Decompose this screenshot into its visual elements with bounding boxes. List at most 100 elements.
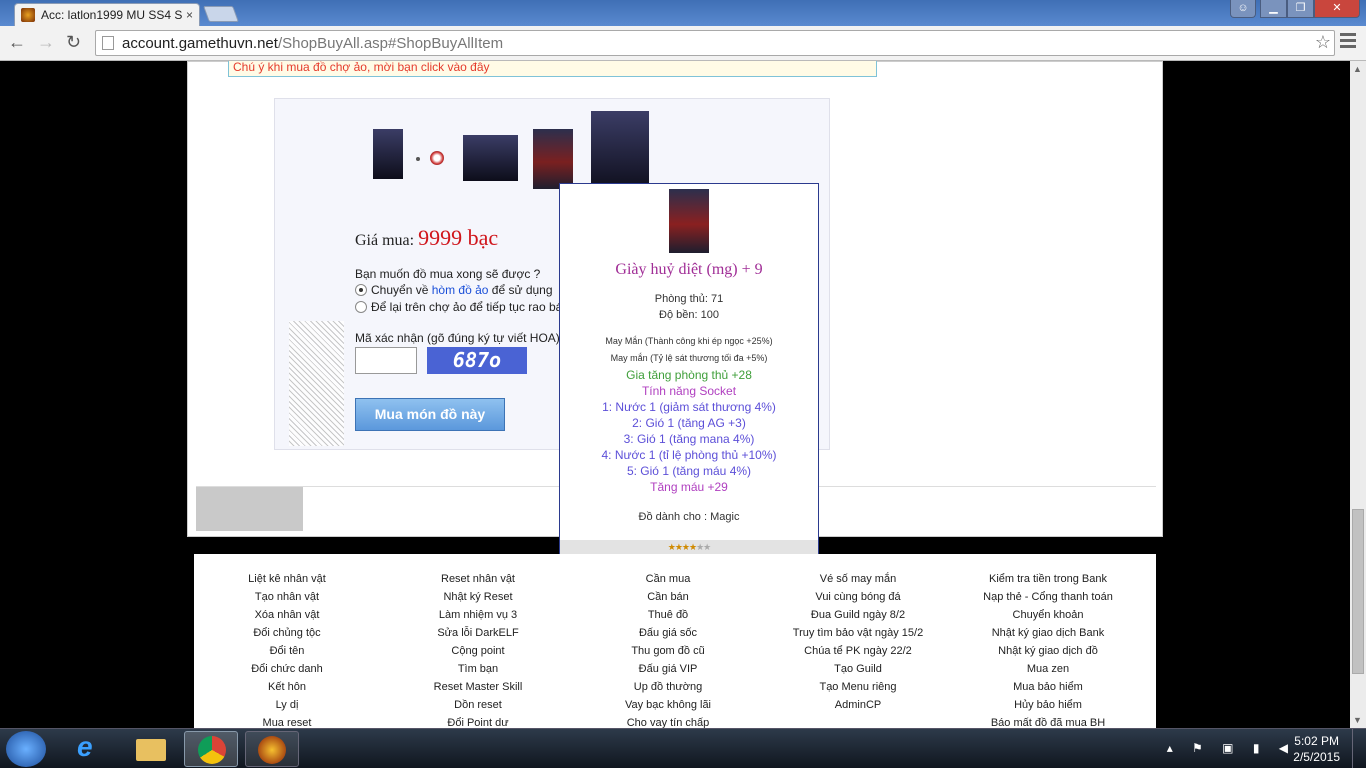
clock-time: 5:02 PM [1294,734,1339,748]
footer-link[interactable]: Tạo nhân vật [246,588,328,606]
footer-menu: Liệt kê nhân vật Tạo nhân vật Xóa nhân vật… [194,554,1156,728]
footer-link[interactable]: Cho vay tín chấp [604,714,732,728]
footer-col-bank: Kiểm tra tiền trong Bank Nạp thẻ - Cổng t… [982,570,1114,728]
captcha-label: Mã xác nhận (gõ đúng ký tự viết HOA) [355,331,560,345]
item-ring-image[interactable] [430,151,444,165]
footer-link[interactable]: Thu gom đồ cũ [604,642,732,660]
footer-link[interactable]: Vé số may mắn [790,570,926,588]
page-viewport: Chú ý khi mua đồ chợ ảo, mời bạn click v… [0,61,1350,728]
browser-tab[interactable]: Acc: latlon1999 MU SS4 S × [14,3,200,26]
taskbar-clock[interactable]: 5:02 PM 2/5/2015 [1293,733,1340,765]
title-bar: Acc: latlon1999 MU SS4 S × ☺ ▁ ❐ ✕ [0,0,1366,26]
new-tab-button[interactable] [203,6,239,22]
radio-inventory[interactable] [355,284,367,296]
footer-link[interactable]: Up đồ thường [604,678,732,696]
footer-link[interactable]: Tạo Menu riêng [790,678,926,696]
system-tray[interactable]: ▴ ⚑ ▣ ▮ ◀ [1167,741,1296,755]
footer-link[interactable]: Đổi chức danh [246,660,328,678]
notice-banner[interactable]: Chú ý khi mua đồ chợ ảo, mời bạn click v… [228,61,877,77]
inventory-link[interactable]: hòm đồ ảo [432,283,489,297]
footer-link[interactable]: Đua Guild ngày 8/2 [790,606,926,624]
rating-filled-stars: ★★★★ [667,542,697,552]
footer-link[interactable]: Cần mua [604,570,732,588]
footer-link[interactable]: Mua bảo hiểm [982,678,1114,696]
buy-item-button[interactable]: Mua món đồ này [355,398,505,431]
footer-col-character: Liệt kê nhân vật Tạo nhân vật Xóa nhân vật… [246,570,328,728]
option-keep-on-market[interactable]: Để lại trên chợ ảo để tiếp tục rao bán [355,300,569,314]
close-window-button[interactable]: ✕ [1314,0,1360,18]
reload-icon[interactable]: ↻ [66,32,81,53]
item-boots-image[interactable] [533,129,573,189]
item-pants-image[interactable] [373,129,403,179]
footer-link[interactable]: Chuyển khoản [982,606,1114,624]
footer-link[interactable]: Kiểm tra tiền trong Bank [982,570,1114,588]
footer-link[interactable]: Ly dị [246,696,328,714]
bookmark-star-icon[interactable]: ☆ [1315,32,1331,53]
footer-link[interactable]: Reset Master Skill [420,678,536,696]
game-taskbar-icon[interactable] [245,731,299,767]
footer-link[interactable]: Thuê đồ [604,606,732,624]
footer-link[interactable]: Reset nhân vật [420,570,536,588]
footer-link[interactable]: Mua reset [246,714,328,728]
gray-block [196,487,303,531]
show-desktop-button[interactable] [1352,729,1366,768]
tab-close-icon[interactable]: × [186,8,193,22]
footer-col-events: Vé số may mắn Vui cùng bóng đá Đua Guild n… [790,570,926,714]
footer-link[interactable]: Mua zen [982,660,1114,678]
footer-link[interactable]: Vay bạc không lãi [604,696,732,714]
footer-link[interactable]: Làm nhiệm vụ 3 [420,606,536,624]
tooltip-option-add: Gia tăng phòng thủ +28 [626,368,752,382]
radio-market[interactable] [355,301,367,313]
maximize-button[interactable]: ❐ [1287,0,1314,18]
start-button-icon[interactable] [6,731,46,767]
page-scrollbar[interactable]: ▲ ▼ [1350,61,1366,728]
tooltip-item-name: Giày huỷ diệt (mg) + 9 [615,261,763,278]
footer-link[interactable]: Tạo Guild [790,660,926,678]
footer-link[interactable]: Báo mất đồ đã mua BH [982,714,1114,728]
footer-link[interactable]: Đổi tên [246,642,328,660]
footer-link[interactable]: AdminCP [790,696,926,714]
back-arrow-icon[interactable]: ← [8,32,26,53]
item-gloves-image[interactable] [463,135,518,181]
footer-link[interactable]: Nạp thẻ - Cổng thanh toán [982,588,1114,606]
tooltip-socket5: 5: Gió 1 (tăng máu 4%) [626,464,752,478]
footer-link[interactable]: Tìm bạn [420,660,536,678]
chrome-taskbar-icon[interactable] [184,731,238,767]
option-send-to-inventory[interactable]: Chuyển về hòm đồ ảo để sử dụng [355,283,553,297]
footer-link[interactable]: Sửa lỗi DarkELF [420,624,536,642]
internet-explorer-icon[interactable] [62,731,116,767]
footer-link[interactable]: Nhật ký Reset [420,588,536,606]
footer-link[interactable]: Xóa nhân vật [246,606,328,624]
captcha-input[interactable] [355,347,417,374]
delivery-question: Bạn muốn đồ mua xong sẽ được ? [355,267,541,281]
footer-link[interactable]: Liệt kê nhân vật [246,570,328,588]
footer-link[interactable]: Nhật ký giao dịch Bank [982,624,1114,642]
forward-arrow-icon[interactable]: → [37,32,55,53]
footer-link[interactable]: Cần bán [604,588,732,606]
footer-link[interactable]: Vui cùng bóng đá [790,588,926,606]
file-explorer-icon[interactable] [124,731,178,767]
chrome-menu-icon[interactable] [1340,33,1356,51]
footer-link[interactable]: Đấu giá sốc [604,624,732,642]
address-bar[interactable]: account.gamethuvn.net /ShopBuyAll.asp#Sh… [95,30,1335,56]
footer-link[interactable]: Đấu giá VIP [604,660,732,678]
tooltip-socket-title: Tính năng Socket [641,384,737,398]
footer-link[interactable]: Hủy bảo hiểm [982,696,1114,714]
scroll-up-arrow-icon[interactable]: ▲ [1353,64,1362,74]
user-profile-icon[interactable]: ☺ [1230,0,1256,18]
option1-prefix: Chuyển về [371,283,429,297]
footer-link[interactable]: Đổi chủng tộc [246,624,328,642]
footer-link[interactable]: Đổi Point dư [420,714,536,728]
minimize-button[interactable]: ▁ [1260,0,1287,18]
footer-link[interactable]: Dồn reset [420,696,536,714]
item-armor-image[interactable] [591,111,649,193]
tooltip-socket2: 2: Gió 1 (tăng AG +3) [632,416,746,430]
footer-link[interactable]: Kết hôn [246,678,328,696]
scroll-down-arrow-icon[interactable]: ▼ [1353,715,1362,725]
footer-link[interactable]: Nhật ký giao dịch đồ [982,642,1114,660]
footer-link[interactable]: Chúa tể PK ngày 22/2 [790,642,926,660]
footer-link[interactable]: Truy tìm bảo vật ngày 15/2 [790,624,926,642]
windows-taskbar: ▴ ⚑ ▣ ▮ ◀ 5:02 PM 2/5/2015 [0,728,1366,768]
scroll-thumb[interactable] [1352,509,1364,674]
footer-link[interactable]: Cộng point [420,642,536,660]
